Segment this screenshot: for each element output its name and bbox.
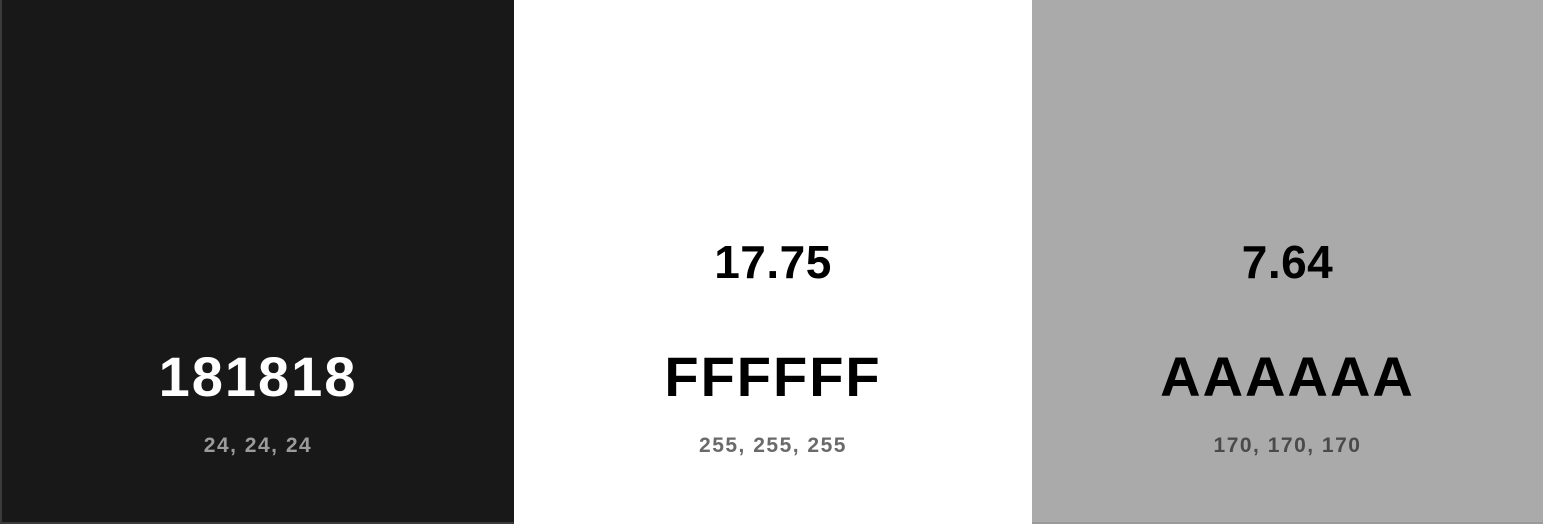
hex-code: 181818 <box>158 345 358 408</box>
hex-code: AAAAAA <box>1160 345 1415 408</box>
color-swatch[interactable]: 17.75 FFFFFF 255, 255, 255 <box>514 0 1032 524</box>
hex-code: FFFFFF <box>664 345 882 408</box>
rgb-values: 24, 24, 24 <box>203 434 313 457</box>
contrast-ratio: 17.75 <box>714 236 832 288</box>
rgb-values: 170, 170, 170 <box>1213 434 1362 457</box>
rgb-values: 255, 255, 255 <box>699 434 847 457</box>
color-swatch[interactable]: 181818 24, 24, 24 <box>0 0 514 524</box>
color-palette: 181818 24, 24, 24 17.75 FFFFFF 255, 255,… <box>0 0 1543 524</box>
contrast-ratio: 7.64 <box>1241 236 1334 288</box>
color-swatch[interactable]: 7.64 AAAAAA 170, 170, 170 <box>1032 0 1543 524</box>
